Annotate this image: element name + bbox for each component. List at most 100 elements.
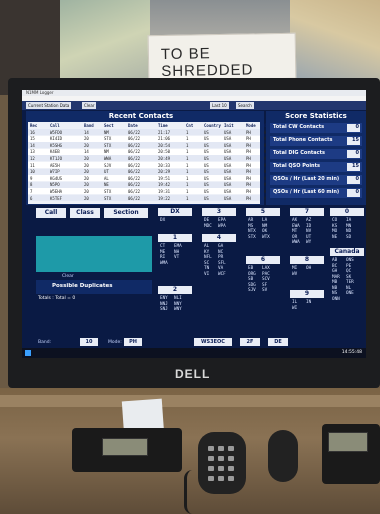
mic-cable xyxy=(184,470,201,514)
call-item[interactable]: WCF xyxy=(218,272,232,278)
table-cell: 19:31 xyxy=(158,188,171,194)
call-item[interactable]: WWA xyxy=(292,240,306,246)
call-item[interactable]: VI xyxy=(204,272,218,278)
table-cell: PH xyxy=(246,155,251,161)
call-item[interactable]: SNJ xyxy=(160,307,174,313)
section-button[interactable]: Section xyxy=(104,208,148,218)
table-cell: N5PO xyxy=(50,182,60,188)
recent-contacts-table: Rec Call Band Sect Date Time Cnt Country Init Mod… xyxy=(28,122,278,204)
table-cell: US xyxy=(204,182,209,188)
call-item[interactable]: WI xyxy=(292,306,306,312)
table-cell: US xyxy=(204,136,209,142)
table-cell: US xyxy=(204,142,209,148)
zone-7[interactable]: 7 xyxy=(290,208,324,216)
table-cell: 7 xyxy=(30,188,33,194)
column-header[interactable]: Date xyxy=(128,123,138,128)
start-icon[interactable] xyxy=(25,350,31,356)
table-cell: USA xyxy=(224,175,232,181)
table-cell: 20 xyxy=(84,136,89,142)
table-cell: AL xyxy=(104,175,109,181)
possible-duplicates-header: Possible Duplicates xyxy=(52,283,113,289)
column-header[interactable]: Mode xyxy=(246,123,256,128)
entry-input-area[interactable] xyxy=(36,236,152,272)
zone-canada[interactable]: Canada xyxy=(330,248,364,256)
zone-5[interactable]: 5 xyxy=(246,208,280,216)
windows-taskbar: 14:55:48 xyxy=(22,348,366,358)
zone-dx[interactable]: DX xyxy=(158,208,192,216)
table-cell: 20 xyxy=(84,155,89,161)
call-item[interactable]: WPA xyxy=(218,224,232,230)
table-cell: W7IP xyxy=(50,169,60,175)
taskbar-clock[interactable]: 14:55:48 xyxy=(342,350,362,355)
table-cell: 1 xyxy=(186,162,189,168)
call-item[interactable]: DX xyxy=(160,218,174,224)
column-header[interactable]: Band xyxy=(84,123,94,128)
section-field[interactable]: DE xyxy=(268,338,288,346)
band-label: Band: xyxy=(38,340,52,345)
column-header[interactable]: Time xyxy=(158,123,168,128)
call-item[interactable]: SD xyxy=(346,235,360,241)
clear-label[interactable]: Clear xyxy=(62,274,74,279)
toolbar-search[interactable]: Search xyxy=(236,102,254,109)
zone-3[interactable]: 3 xyxy=(202,208,236,216)
toolbar-last10[interactable]: Last 10 xyxy=(210,102,229,109)
stat-value: 0 xyxy=(347,189,360,197)
calls-dx: DX xyxy=(160,218,174,224)
call-item[interactable]: WV xyxy=(292,272,306,278)
table-cell: 11 xyxy=(30,162,35,168)
zone-8[interactable]: 8 xyxy=(290,256,324,264)
table-cell: 06/22 xyxy=(128,149,141,155)
station-call-field[interactable]: WS3EOC xyxy=(194,338,232,346)
call-item[interactable]: WY xyxy=(306,240,320,246)
wall-map-right xyxy=(290,0,380,90)
table-cell: 15 xyxy=(30,136,35,142)
call-item[interactable]: MDC xyxy=(204,224,218,230)
call-item[interactable]: SV xyxy=(262,288,276,294)
call-item[interactable]: WTX xyxy=(262,235,276,241)
zone-9[interactable]: 9 xyxy=(290,290,324,298)
call-button[interactable]: Call xyxy=(36,208,66,218)
zone-0[interactable]: 0 xyxy=(330,208,364,216)
call-item[interactable]: NE xyxy=(332,235,346,241)
zone-1[interactable]: 1 xyxy=(158,234,192,242)
toolbar-clear[interactable]: Clear xyxy=(82,102,97,109)
microphone-keypad xyxy=(198,432,246,494)
column-header[interactable]: Country xyxy=(204,123,221,128)
call-item[interactable]: WMA xyxy=(160,261,174,267)
call-item[interactable]: ONN xyxy=(332,297,346,303)
table-cell: 20 xyxy=(84,195,89,201)
column-header[interactable]: Init xyxy=(224,123,234,128)
mode-value[interactable]: PH xyxy=(124,338,142,346)
table-cell: 19:42 xyxy=(158,182,171,188)
table-cell: US xyxy=(204,149,209,155)
toolbar-current-station[interactable]: Current Station Data xyxy=(26,102,72,109)
table-cell: K5TEF xyxy=(50,195,63,201)
table-cell: 06/22 xyxy=(128,182,141,188)
class-field[interactable]: 2F xyxy=(240,338,260,346)
table-cell: USA xyxy=(224,136,232,142)
table-cell: K4EB xyxy=(50,149,60,155)
column-header[interactable]: Call xyxy=(50,123,60,128)
call-item[interactable]: SJV xyxy=(248,288,262,294)
zone-6[interactable]: 6 xyxy=(246,256,280,264)
column-header[interactable]: Sect xyxy=(104,123,114,128)
call-item[interactable]: IN xyxy=(306,300,320,306)
toolbar: Current Station Data Clear Last 10 Searc… xyxy=(22,101,366,110)
call-item[interactable]: OH xyxy=(306,266,320,272)
stat-label: Total QSO Points xyxy=(273,163,320,169)
call-item[interactable]: STX xyxy=(248,235,262,241)
stat-row-qso-points: Total QSO Points 15 xyxy=(270,162,362,172)
table-cell: 10 xyxy=(30,169,35,175)
call-item[interactable]: VT xyxy=(174,255,188,261)
column-header[interactable]: Rec xyxy=(30,123,37,128)
band-value[interactable]: 10 xyxy=(80,338,98,346)
call-item[interactable]: ONE xyxy=(346,291,360,297)
monitor-screen: N1MM Logger Current Station Data Clear L… xyxy=(22,90,366,358)
column-header[interactable]: Cnt xyxy=(186,123,193,128)
class-button[interactable]: Class xyxy=(70,208,100,218)
stat-label: QSOs / Hr (Last 60 min) xyxy=(273,189,340,195)
call-item[interactable]: WNY xyxy=(174,307,188,313)
zone-4[interactable]: 4 xyxy=(202,234,236,242)
score-statistics-header: Score Statistics xyxy=(285,112,347,120)
zone-2[interactable]: 2 xyxy=(158,286,192,294)
